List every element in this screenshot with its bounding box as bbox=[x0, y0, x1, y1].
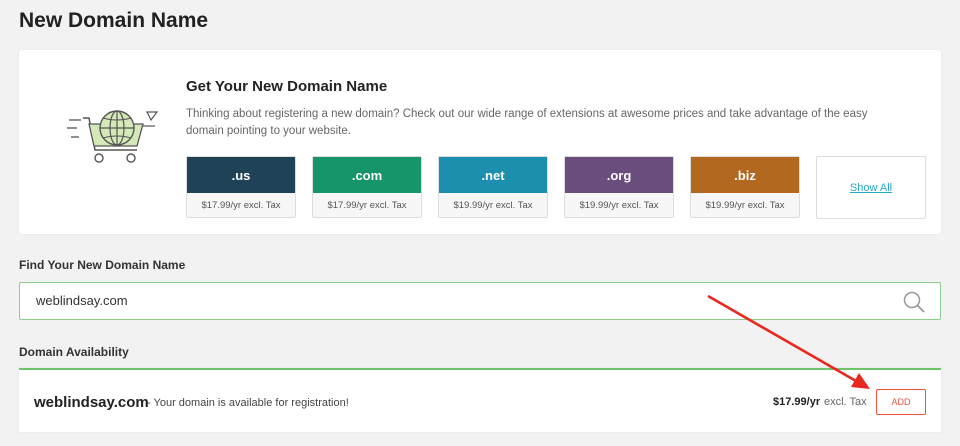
tld-price: $19.99/yr excl. Tax bbox=[705, 199, 785, 211]
tld-card-com[interactable]: .com $17.99/yr excl. Tax bbox=[312, 156, 422, 218]
result-price-suffix: excl. Tax bbox=[824, 396, 867, 408]
result-domain-name: weblindsay.com bbox=[34, 394, 149, 411]
domain-search-input[interactable] bbox=[34, 292, 858, 309]
promo-card: Get Your New Domain Name Thinking about … bbox=[19, 50, 941, 234]
domain-search-box bbox=[19, 282, 941, 320]
show-all-link[interactable]: Show All bbox=[850, 182, 892, 194]
tld-name: .us bbox=[187, 157, 295, 193]
promo-description: Thinking about registering a new domain?… bbox=[186, 108, 868, 137]
tld-price: $19.99/yr excl. Tax bbox=[579, 199, 659, 211]
find-domain-label: Find Your New Domain Name bbox=[19, 258, 186, 272]
tld-card-us[interactable]: .us $17.99/yr excl. Tax bbox=[186, 156, 296, 218]
shopping-cart-globe-icon bbox=[67, 110, 159, 163]
tld-card-biz[interactable]: .biz $19.99/yr excl. Tax bbox=[690, 156, 800, 218]
domain-availability-label: Domain Availability bbox=[19, 345, 129, 359]
page-title: New Domain Name bbox=[19, 9, 209, 32]
tld-name: .net bbox=[439, 157, 547, 193]
add-domain-button[interactable]: ADD bbox=[876, 389, 926, 415]
tld-card-org[interactable]: .org $19.99/yr excl. Tax bbox=[564, 156, 674, 218]
search-icon[interactable] bbox=[902, 290, 926, 314]
tld-name: .com bbox=[313, 157, 421, 193]
tld-price: $17.99/yr excl. Tax bbox=[201, 199, 281, 211]
tld-price: $17.99/yr excl. Tax bbox=[327, 199, 407, 211]
result-price: $17.99/yr bbox=[773, 396, 821, 408]
tld-price: $19.99/yr excl. Tax bbox=[453, 199, 533, 211]
result-status-message: - Your domain is available for registrat… bbox=[147, 397, 349, 409]
tld-card-net[interactable]: .net $19.99/yr excl. Tax bbox=[438, 156, 548, 218]
tld-list: .us $17.99/yr excl. Tax .com $17.99/yr e… bbox=[186, 156, 926, 219]
tld-name: .biz bbox=[691, 157, 799, 193]
show-all-card: Show All bbox=[816, 156, 926, 219]
tld-name: .org bbox=[565, 157, 673, 193]
promo-heading: Get Your New Domain Name bbox=[186, 78, 388, 95]
availability-result-row: weblindsay.com - Your domain is availabl… bbox=[19, 368, 941, 432]
